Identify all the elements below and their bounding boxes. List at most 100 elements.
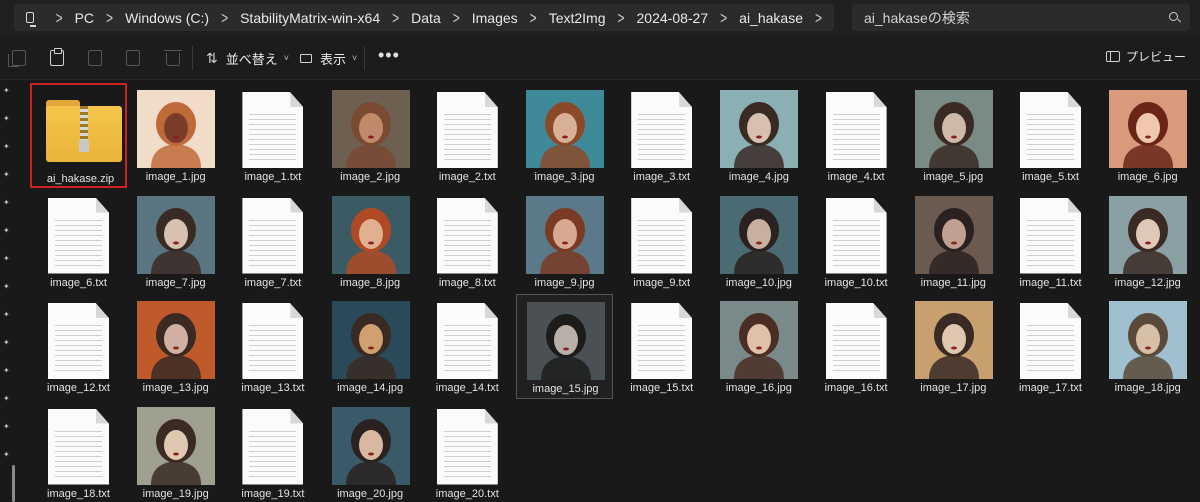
- text-file-item[interactable]: image_3.txt: [613, 83, 710, 188]
- text-file-item[interactable]: image_15.txt: [613, 294, 710, 399]
- file-name: image_16.jpg: [725, 382, 792, 394]
- pin-icon[interactable]: ✦: [3, 422, 10, 431]
- image-file-item[interactable]: image_1.jpg: [127, 83, 224, 188]
- image-file-item[interactable]: image_4.jpg: [710, 83, 807, 188]
- text-file-item[interactable]: image_7.txt: [224, 189, 321, 294]
- file-name: image_19.txt: [241, 487, 305, 500]
- file-name: image_18.txt: [47, 487, 110, 500]
- breadcrumb[interactable]: > PC > Windows (C:) > StabilityMatrix-wi…: [14, 4, 834, 31]
- breadcrumb-item-data[interactable]: Data: [411, 10, 441, 26]
- chevron-right-icon[interactable]: >: [720, 8, 727, 28]
- text-document-icon: [242, 303, 304, 379]
- image-file-item[interactable]: image_16.jpg: [710, 294, 807, 399]
- text-file-item[interactable]: image_18.txt: [30, 400, 127, 502]
- text-file-item[interactable]: image_11.txt: [1002, 189, 1099, 294]
- pin-icon[interactable]: ✦: [3, 226, 10, 235]
- image-file-item[interactable]: image_19.jpg: [127, 400, 224, 502]
- image-thumbnail: [720, 301, 799, 379]
- image-file-item[interactable]: image_14.jpg: [322, 294, 419, 399]
- image-file-item[interactable]: image_6.jpg: [1099, 83, 1196, 188]
- sort-button[interactable]: ⇅ 並べ替え ˅: [206, 48, 289, 68]
- search-input[interactable]: ai_hakaseの検索: [852, 4, 1190, 31]
- pin-icon[interactable]: ✦: [3, 114, 10, 123]
- share-icon[interactable]: [126, 50, 140, 66]
- text-file-item[interactable]: image_1.txt: [224, 83, 321, 188]
- image-file-item[interactable]: image_11.jpg: [905, 189, 1002, 294]
- text-file-item[interactable]: image_19.txt: [224, 400, 321, 502]
- copy-icon[interactable]: [8, 50, 26, 67]
- image-file-item[interactable]: image_9.jpg: [516, 189, 613, 294]
- image-file-item[interactable]: image_3.jpg: [516, 83, 613, 188]
- text-file-item[interactable]: image_13.txt: [224, 294, 321, 399]
- pin-icon[interactable]: ✦: [3, 394, 10, 403]
- file-name: image_5.txt: [1022, 171, 1079, 183]
- text-file-item[interactable]: image_4.txt: [808, 83, 905, 188]
- view-button[interactable]: 表示 ˅: [300, 48, 357, 68]
- file-name: image_3.txt: [633, 171, 691, 183]
- chevron-right-icon[interactable]: >: [221, 8, 228, 28]
- paste-icon[interactable]: [50, 48, 64, 66]
- breadcrumb-item-ai-hakase[interactable]: ai_hakase: [739, 10, 803, 26]
- chevron-right-icon[interactable]: >: [392, 8, 399, 28]
- text-file-item[interactable]: image_10.txt: [808, 189, 905, 294]
- pin-icon[interactable]: ✦: [3, 450, 10, 459]
- pin-icon[interactable]: ✦: [3, 338, 10, 347]
- pin-icon[interactable]: ✦: [3, 282, 10, 291]
- rename-icon[interactable]: [88, 50, 102, 66]
- text-file-item[interactable]: image_6.txt: [30, 189, 127, 294]
- portrait-thumbnail-art: [345, 207, 396, 274]
- text-file-item[interactable]: image_5.txt: [1002, 83, 1099, 188]
- image-file-item[interactable]: image_8.jpg: [322, 189, 419, 294]
- breadcrumb-item-images[interactable]: Images: [472, 10, 518, 26]
- file-name: image_3.jpg: [534, 171, 595, 183]
- image-file-item[interactable]: image_15.jpg: [516, 294, 613, 399]
- breadcrumb-item-stabilitymatrix[interactable]: StabilityMatrix-win-x64: [240, 10, 380, 26]
- chevron-right-icon[interactable]: >: [106, 8, 113, 28]
- chevron-right-icon[interactable]: >: [618, 8, 625, 28]
- pin-icon[interactable]: ✦: [3, 170, 10, 179]
- file-name: image_7.jpg: [145, 276, 206, 289]
- chevron-right-icon[interactable]: >: [453, 8, 460, 28]
- text-file-item[interactable]: image_16.txt: [808, 294, 905, 399]
- image-file-item[interactable]: image_18.jpg: [1099, 294, 1196, 399]
- pin-icon[interactable]: ✦: [3, 142, 10, 151]
- pin-icon[interactable]: ✦: [3, 366, 10, 375]
- pin-icon[interactable]: ✦: [3, 254, 10, 263]
- breadcrumb-item-date[interactable]: 2024-08-27: [637, 10, 709, 26]
- image-file-item[interactable]: image_12.jpg: [1099, 189, 1196, 294]
- more-button[interactable]: •••: [378, 45, 400, 66]
- text-file-item[interactable]: image_2.txt: [419, 83, 516, 188]
- chevron-down-icon: ˅: [283, 53, 290, 63]
- text-file-item[interactable]: image_12.txt: [30, 294, 127, 399]
- chevron-right-icon[interactable]: >: [815, 8, 822, 28]
- text-file-item[interactable]: image_14.txt: [419, 294, 516, 399]
- breadcrumb-item-pc[interactable]: PC: [75, 10, 94, 26]
- pin-icon[interactable]: ✦: [3, 198, 10, 207]
- image-file-item[interactable]: image_17.jpg: [905, 294, 1002, 399]
- text-file-item[interactable]: image_17.txt: [1002, 294, 1099, 399]
- image-file-item[interactable]: image_2.jpg: [322, 83, 419, 188]
- image-file-item[interactable]: image_7.jpg: [127, 189, 224, 294]
- file-name: image_12.txt: [47, 382, 110, 394]
- file-name: image_2.jpg: [340, 171, 401, 183]
- chevron-right-icon[interactable]: >: [530, 8, 537, 28]
- pin-icon[interactable]: ✦: [3, 310, 10, 319]
- pin-icon[interactable]: ✦: [3, 86, 10, 95]
- breadcrumb-item-windows-c[interactable]: Windows (C:): [125, 10, 209, 26]
- breadcrumb-item-text2img[interactable]: Text2Img: [549, 10, 606, 26]
- image-file-item[interactable]: image_10.jpg: [710, 189, 807, 294]
- text-file-item[interactable]: image_20.txt: [419, 400, 516, 502]
- image-file-item[interactable]: image_20.jpg: [322, 400, 419, 502]
- text-file-item[interactable]: image_8.txt: [419, 189, 516, 294]
- image-file-item[interactable]: image_13.jpg: [127, 294, 224, 399]
- text-file-item[interactable]: image_9.txt: [613, 189, 710, 294]
- zip-file-item[interactable]: ai_hakase.zip: [30, 83, 127, 188]
- chevron-right-icon[interactable]: >: [56, 8, 63, 28]
- file-name: image_5.jpg: [923, 171, 984, 183]
- image-thumbnail: [526, 90, 604, 168]
- image-thumbnail: [137, 301, 216, 379]
- preview-button[interactable]: プレビュー: [1105, 48, 1186, 65]
- trash-icon[interactable]: [164, 50, 182, 66]
- text-document-icon: [631, 92, 693, 168]
- image-file-item[interactable]: image_5.jpg: [905, 83, 1002, 188]
